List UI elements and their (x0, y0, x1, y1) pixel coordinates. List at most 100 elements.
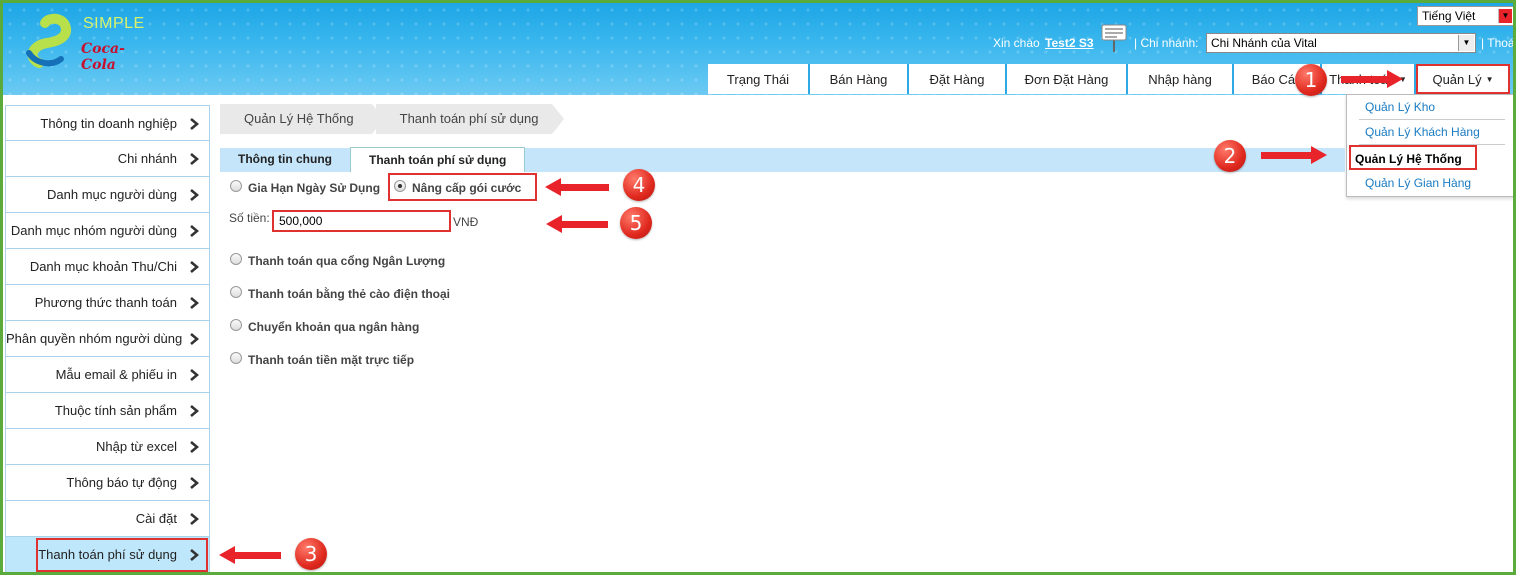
branch-value: Chi Nhánh của Vital (1211, 36, 1317, 50)
radio-phone-card[interactable] (230, 286, 242, 298)
nav-item-status[interactable]: Trạng Thái (708, 64, 810, 94)
annotation-arrow-3 (219, 546, 281, 564)
annotation-arrow-4 (545, 178, 609, 196)
amount-unit: VNĐ (453, 215, 479, 229)
sidebar-item-label: Mẫu email & phiếu in (55, 367, 177, 382)
sidebar-item[interactable]: Danh mục nhóm người dùng (5, 213, 210, 249)
sidebar-item-label: Thanh toán phí sử dụng (38, 547, 177, 562)
amount-label: Số tiền: (229, 211, 270, 225)
app-window: SIMPLE Coca-Cola Tiếng Việt ▼ Xin chào T… (0, 0, 1516, 575)
nav-item-manage[interactable]: Quản Lý ▼ (1416, 64, 1510, 94)
sidebar-item[interactable]: Nhập từ excel (5, 429, 210, 465)
nav-item-order-list[interactable]: Đơn Đặt Hàng (1007, 64, 1128, 94)
branch-select[interactable]: Chi Nhánh của Vital ▼ (1206, 33, 1476, 53)
annotation-badge-5: 5 (620, 207, 652, 239)
radio-upgrade[interactable] (394, 180, 406, 192)
logo[interactable]: SIMPLE Coca-Cola (25, 11, 144, 73)
menu-item-store[interactable]: Quản Lý Gian Hàng (1359, 171, 1505, 196)
sidebar-item-label: Phương thức thanh toán (34, 295, 177, 310)
sidebar-item[interactable]: Danh mục người dùng (5, 177, 210, 213)
sidebar-item[interactable]: Thuộc tính sản phẩm (5, 393, 210, 429)
language-select[interactable]: Tiếng Việt ▼ (1417, 6, 1513, 26)
chevron-right-icon (190, 513, 199, 525)
chevron-right-icon (190, 261, 199, 273)
menu-item-warehouse[interactable]: Quản Lý Kho (1359, 95, 1505, 120)
tab-usage-fee[interactable]: Thanh toán phí sử dụng (349, 147, 526, 172)
caret-down-icon: ▼ (1485, 74, 1494, 84)
amount-input[interactable] (272, 210, 451, 232)
annotation-badge-3: 3 (295, 538, 327, 570)
username-link[interactable]: Test2 S3 (1045, 36, 1093, 50)
chevron-down-icon: ▼ (1498, 9, 1512, 23)
sidebar-item[interactable]: Phương thức thanh toán (5, 285, 210, 321)
chevron-right-icon (190, 441, 199, 453)
chevron-right-icon (190, 297, 199, 309)
sidebar-item-label: Cài đặt (135, 511, 177, 526)
language-value: Tiếng Việt (1422, 9, 1476, 23)
radio-bank-transfer[interactable] (230, 319, 242, 331)
logo-s-icon (26, 13, 71, 68)
radio-bank-transfer-label: Chuyển khoản qua ngân hàng (248, 320, 420, 334)
sidebar-item-label: Danh mục người dùng (47, 187, 177, 202)
radio-phone-card-label: Thanh toán bằng thẻ cào điện thoại (248, 287, 451, 301)
notice-board-icon[interactable] (1100, 23, 1128, 53)
chevron-down-icon: ▼ (1458, 35, 1474, 51)
sidebar-item[interactable]: Thông tin doanh nghiệp (5, 105, 210, 141)
sidebar-item[interactable]: Danh mục khoản Thu/Chi (5, 249, 210, 285)
chevron-right-icon (190, 369, 199, 381)
annotation-arrow-5 (546, 215, 608, 233)
menu-item-system[interactable]: Quản Lý Hệ Thống (1349, 145, 1477, 170)
tabs: Thông tin chung Thanh toán phí sử dụng (220, 147, 526, 172)
manage-dropdown-menu: Quản Lý Kho Quản Lý Khách Hàng Quản Lý H… (1346, 94, 1513, 197)
tab-general-info[interactable]: Thông tin chung (220, 147, 350, 172)
annotation-badge-4: 4 (623, 169, 655, 201)
sidebar-item-label: Nhập từ excel (96, 439, 177, 454)
radio-nganluong[interactable] (230, 253, 242, 265)
radio-cash-label: Thanh toán tiền mặt trực tiếp (248, 353, 415, 367)
radio-nganluong-label: Thanh toán qua cổng Ngân Lượng (248, 254, 446, 268)
sidebar-item-label: Danh mục nhóm người dùng (10, 223, 177, 238)
sidebar-item[interactable]: Mẫu email & phiếu in (5, 357, 210, 393)
logo-sponsor-text: Coca-Cola (81, 41, 125, 73)
chevron-right-icon (190, 549, 199, 561)
sidebar-item[interactable]: Thanh toán phí sử dụng (5, 537, 210, 572)
greeting-text: Xin chào (993, 36, 1040, 50)
chevron-right-icon (190, 118, 199, 130)
annotation-badge-2: 2 (1214, 140, 1246, 172)
nav-item-import[interactable]: Nhập hàng (1128, 64, 1234, 94)
chevron-right-icon (190, 189, 199, 201)
sidebar-item-label: Chi nhánh (117, 151, 177, 166)
sidebar-item[interactable]: Chi nhánh (5, 141, 210, 177)
logo-brand-text: SIMPLE (83, 15, 145, 32)
header: SIMPLE Coca-Cola Tiếng Việt ▼ Xin chào T… (3, 3, 1513, 95)
greeting: Xin chào Test2 S3 (993, 36, 1094, 50)
chevron-right-icon (190, 153, 199, 165)
breadcrumb-item-system[interactable]: Quản Lý Hệ Thống (220, 104, 384, 134)
radio-cash[interactable] (230, 352, 242, 364)
annotation-arrow-2 (1261, 146, 1327, 164)
chevron-right-icon (190, 225, 199, 237)
branch-label: | Chi nhánh: (1134, 36, 1199, 50)
logout-link[interactable]: | Thoát (1481, 36, 1513, 50)
sidebar-item[interactable]: Cài đặt (5, 501, 210, 537)
chevron-right-icon (190, 333, 199, 345)
sidebar: Thông tin doanh nghiệp Chi nhánh Danh mục … (5, 105, 210, 572)
sidebar-item[interactable]: Phân quyền nhóm người dùng (5, 321, 210, 357)
chevron-right-icon (190, 405, 199, 417)
breadcrumb-item-usage-fee: Thanh toán phí sử dụng (375, 104, 565, 134)
sidebar-item-label: Thông báo tự động (66, 475, 177, 490)
radio-extend[interactable] (230, 180, 242, 192)
sidebar-item-label: Danh mục khoản Thu/Chi (29, 259, 177, 274)
nav-item-sales[interactable]: Bán Hàng (810, 64, 909, 94)
sidebar-item[interactable]: Thông báo tự động (5, 465, 210, 501)
menu-item-customers[interactable]: Quản Lý Khách Hàng (1359, 120, 1505, 145)
breadcrumb: Quản Lý Hệ Thống Thanh toán phí sử dụng (220, 104, 565, 134)
chevron-right-icon (190, 477, 199, 489)
annotation-arrow-1 (1341, 70, 1403, 88)
sidebar-item-label: Phân quyền nhóm người dùng (6, 331, 183, 346)
sidebar-item-label: Thuộc tính sản phẩm (54, 403, 177, 418)
radio-upgrade-label: Nâng cấp gói cước (412, 181, 522, 195)
sidebar-item-label: Thông tin doanh nghiệp (40, 116, 177, 131)
nav-item-order[interactable]: Đặt Hàng (909, 64, 1007, 94)
radio-extend-label: Gia Hạn Ngày Sử Dụng (248, 181, 381, 195)
